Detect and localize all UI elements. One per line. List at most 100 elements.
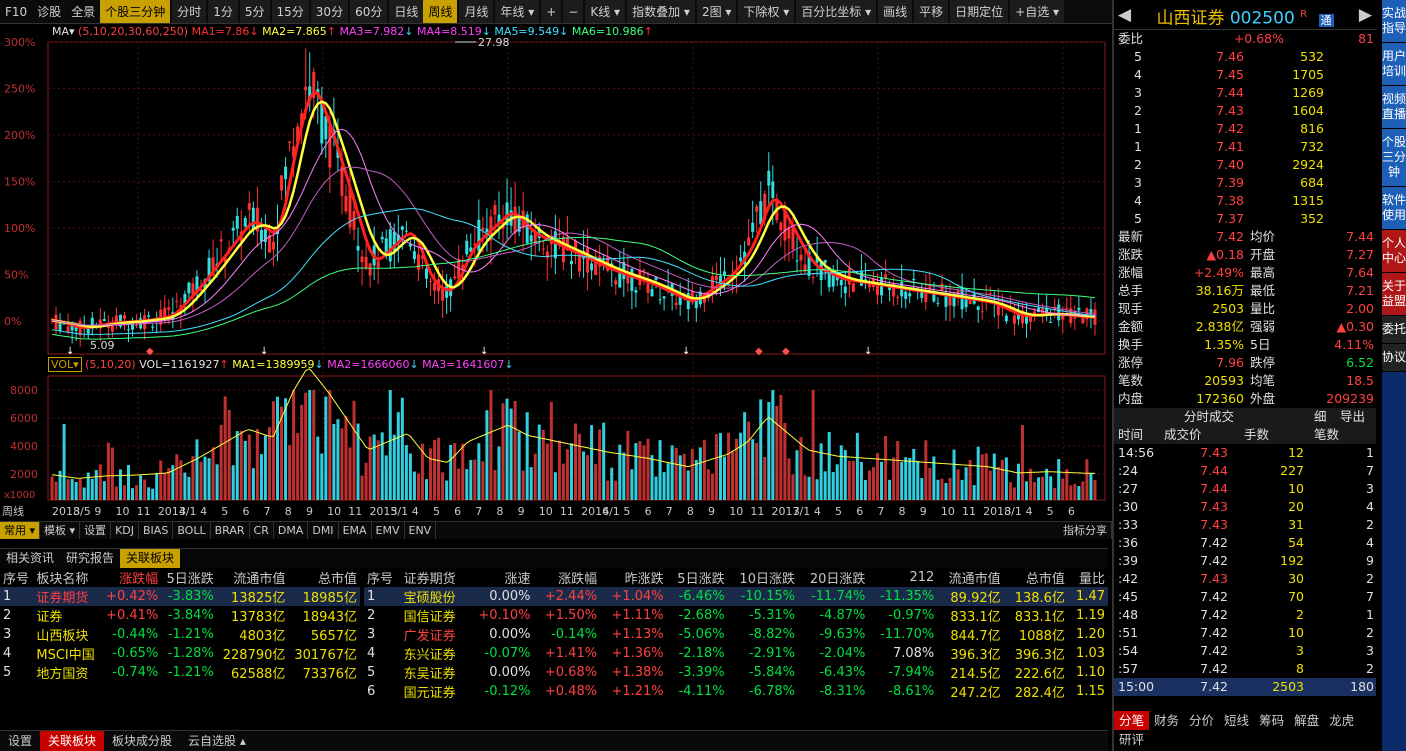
- col-header[interactable]: 序号: [364, 568, 401, 587]
- table-row[interactable]: 4 MSCI中国 -0.65% -1.28% 228790亿 301767亿: [0, 644, 360, 663]
- toolbar-item-18[interactable]: 2图 ▾: [696, 0, 737, 23]
- indicator-tab-4[interactable]: BIAS: [139, 522, 174, 539]
- table-row[interactable]: 5 东吴证券 0.00% +0.68% +1.38% -3.39% -5.84% -6.43%…: [364, 663, 1108, 682]
- col-header[interactable]: 20日涨跌: [798, 568, 868, 587]
- indicator-tab-3[interactable]: KDJ: [111, 522, 139, 539]
- col-header[interactable]: 10日涨跌: [728, 568, 798, 587]
- quote-tab-6[interactable]: 龙虎: [1324, 711, 1359, 730]
- indicator-tab-0[interactable]: 常用 ▾: [0, 522, 41, 539]
- col-header[interactable]: 涨速: [467, 568, 534, 587]
- sidebar-item-0[interactable]: 实战指导: [1382, 0, 1406, 43]
- sidebar-item-3[interactable]: 个股三分钟: [1382, 129, 1406, 187]
- table-row[interactable]: 5 地方国资 -0.74% -1.21% 62588亿 73376亿: [0, 663, 360, 682]
- indicator-tab-8[interactable]: DMA: [274, 522, 309, 539]
- sidebar-item-2[interactable]: 视频直播: [1382, 86, 1406, 129]
- col-header[interactable]: 涨跌幅: [101, 568, 162, 587]
- toolbar-item-22[interactable]: 平移: [914, 0, 949, 23]
- col-header[interactable]: 总市值: [1004, 568, 1068, 587]
- toolbar-item-9[interactable]: 60分: [350, 0, 388, 23]
- table-row[interactable]: 1 证券期货 +0.42% -3.83% 13825亿 18985亿: [0, 587, 360, 606]
- col-header[interactable]: 总市值: [288, 568, 360, 587]
- indicator-tab-13[interactable]: 指标分享: [1059, 522, 1112, 539]
- col-header[interactable]: 量比: [1068, 568, 1108, 587]
- table-row[interactable]: 1 宝硕股份 0.00% +2.44% +1.04% -6.46% -10.15% -11.7…: [364, 587, 1108, 606]
- toolbar-item-8[interactable]: 30分: [310, 0, 349, 23]
- sidebar-item-4[interactable]: 软件使用: [1382, 187, 1406, 230]
- toolbar-item-15[interactable]: −: [563, 0, 584, 23]
- sidebar-item-7[interactable]: 委托: [1382, 316, 1406, 344]
- toolbar-item-6[interactable]: 5分: [239, 0, 270, 23]
- indicator-tab-6[interactable]: BRAR: [211, 522, 250, 539]
- level: 3: [1134, 175, 1142, 190]
- toolbar-item-5[interactable]: 1分: [208, 0, 238, 23]
- table-row[interactable]: 3 山西板块 -0.44% -1.21% 4803亿 5657亿: [0, 625, 360, 644]
- toolbar-item-14[interactable]: +: [541, 0, 562, 23]
- sidebar-item-6[interactable]: 关于益盟: [1382, 273, 1406, 316]
- quote-tab-7[interactable]: 研评: [1114, 730, 1149, 749]
- quote-tab-5[interactable]: 解盘: [1289, 711, 1324, 730]
- indicator-tab-12[interactable]: ENV: [405, 522, 437, 539]
- indicator-tab-10[interactable]: EMA: [339, 522, 372, 539]
- table-row[interactable]: 2 国信证券 +0.10% +1.50% +1.11% -2.68% -5.31% -4.87…: [364, 606, 1108, 625]
- toolbar-item-12[interactable]: 月线: [459, 0, 494, 23]
- quote-tab-3[interactable]: 短线: [1219, 711, 1254, 730]
- vol-label[interactable]: VOL▾: [48, 357, 82, 372]
- info-tab-1[interactable]: 研究报告: [60, 549, 120, 568]
- toolbar-item-1[interactable]: 诊股: [32, 0, 66, 23]
- toolbar-item-16[interactable]: K线 ▾: [585, 0, 626, 23]
- toolbar-item-17[interactable]: 指数叠加 ▾: [627, 0, 695, 23]
- kline-chart[interactable]: 300% 250% 200% 150% 100% 50% 0% 8000 6000 4000 200…: [0, 24, 1112, 521]
- toolbar-item-20[interactable]: 百分比坐标 ▾: [796, 0, 877, 23]
- toolbar-item-21[interactable]: 画线: [878, 0, 913, 23]
- info-tab-0[interactable]: 相关资讯: [0, 549, 60, 568]
- col-header[interactable]: 板块名称: [33, 568, 100, 587]
- col-header[interactable]: 212: [868, 568, 937, 587]
- sidebar-item-1[interactable]: 用户培训: [1382, 43, 1406, 86]
- info-tab-2[interactable]: 关联板块: [120, 549, 181, 568]
- col-header[interactable]: 序号: [0, 568, 33, 587]
- bottom-tab-3[interactable]: 云自选股 ▴: [180, 731, 254, 751]
- sidebar-item-5[interactable]: 个人中心: [1382, 230, 1406, 273]
- quote-tab-0[interactable]: 分笔: [1114, 711, 1150, 730]
- bottom-tab-2[interactable]: 板块成分股: [104, 731, 180, 751]
- col-header[interactable]: 昨涨跌: [600, 568, 667, 587]
- quote-tab-2[interactable]: 分价: [1184, 711, 1219, 730]
- quote-tab-4[interactable]: 筹码: [1254, 711, 1289, 730]
- indicator-tab-1[interactable]: 模板 ▾: [40, 522, 81, 539]
- bottom-tab-0[interactable]: 设置: [0, 731, 40, 751]
- col-header[interactable]: 涨跌幅: [534, 568, 601, 587]
- table-row[interactable]: 4 东兴证券 -0.07% +1.41% +1.36% -2.18% -2.91% -2.04…: [364, 644, 1108, 663]
- toolbar-item-19[interactable]: 下除权 ▾: [738, 0, 795, 23]
- toolbar-item-23[interactable]: 日期定位: [950, 0, 1009, 23]
- next-stock-icon[interactable]: ▶: [1359, 0, 1372, 30]
- table-row[interactable]: 3 广发证券 0.00% -0.14% +1.13% -5.06% -8.82% -9.63%…: [364, 625, 1108, 644]
- indicator-tab-11[interactable]: EMV: [372, 522, 405, 539]
- toolbar-item-24[interactable]: +自选 ▾: [1010, 0, 1065, 23]
- table-row[interactable]: 6 国元证券 -0.12% +0.48% +1.21% -4.11% -6.78% -8.31…: [364, 682, 1108, 701]
- indicator-tab-5[interactable]: BOLL: [173, 522, 211, 539]
- toolbar-item-4[interactable]: 分时: [172, 0, 207, 23]
- toolbar-item-7[interactable]: 15分: [271, 0, 309, 23]
- col-header[interactable]: 流通市值: [937, 568, 1003, 587]
- volume-bar: [904, 457, 908, 500]
- table-row[interactable]: 2 证券 +0.41% -3.84% 13783亿 18943亿: [0, 606, 360, 625]
- indicator-tab-2[interactable]: 设置: [80, 522, 112, 539]
- toolbar-item-3[interactable]: 个股三分钟: [100, 0, 171, 23]
- indicator-tab-9[interactable]: DMI: [308, 522, 339, 539]
- toolbar-item-0[interactable]: F10: [0, 0, 32, 23]
- col-header[interactable]: 流通市值: [217, 568, 289, 587]
- indicator-tab-7[interactable]: CR: [250, 522, 274, 539]
- toolbar-item-13[interactable]: 年线 ▾: [495, 0, 540, 23]
- sidebar-item-8[interactable]: 协议: [1382, 344, 1406, 372]
- quote-tab-1[interactable]: 财务: [1149, 711, 1184, 730]
- bottom-tab-1[interactable]: 关联板块: [40, 731, 105, 751]
- col-header[interactable]: 5日涨跌: [161, 568, 217, 587]
- ma-label[interactable]: MA▾: [52, 25, 75, 38]
- col-header[interactable]: 证券期货: [401, 568, 467, 587]
- prev-stock-icon[interactable]: ◀: [1118, 0, 1131, 30]
- col-header[interactable]: 5日涨跌: [667, 568, 728, 587]
- toolbar-item-10[interactable]: 日线: [389, 0, 424, 23]
- toolbar-item-11[interactable]: 周线: [423, 0, 458, 23]
- stock-tag[interactable]: 通: [1318, 13, 1334, 27]
- toolbar-item-2[interactable]: 全景: [66, 0, 100, 23]
